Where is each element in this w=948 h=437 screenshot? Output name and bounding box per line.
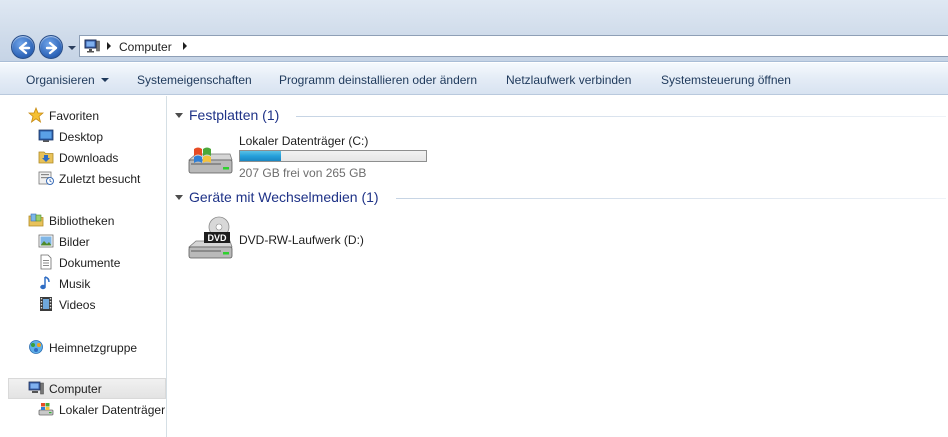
- drive-free-space: 207 GB frei von 265 GB: [239, 166, 367, 180]
- group-header-label: Festplatten (1): [189, 107, 280, 123]
- group-header-label: Geräte mit Wechselmedien (1): [189, 189, 379, 205]
- sidebar-item-computer[interactable]: Computer: [8, 378, 166, 399]
- computer-icon: [28, 381, 44, 395]
- organize-button[interactable]: Organisieren: [26, 73, 109, 87]
- sidebar-item-label: Desktop: [59, 130, 104, 144]
- sidebar-item-label: Heimnetzgruppe: [49, 341, 138, 355]
- sidebar-item-label: Musik: [59, 277, 91, 291]
- desktop-icon: [38, 129, 54, 142]
- star-icon: [28, 107, 44, 123]
- navigation-pane: Favoriten Desktop Downloads Zuletzt besu…: [0, 96, 167, 437]
- drive-item-d[interactable]: DVD DVD-RW-Laufwerk (D:): [186, 215, 466, 271]
- disk-usage-bar: [239, 150, 427, 162]
- drive-item-c[interactable]: Lokaler Datenträger (C:) 207 GB frei von…: [186, 132, 466, 188]
- dvd-label: DVD: [207, 233, 227, 243]
- organize-label: Organisieren: [26, 73, 95, 87]
- documents-icon: [40, 254, 52, 270]
- back-button[interactable]: [11, 35, 35, 59]
- music-icon: [40, 276, 50, 290]
- sidebar-item-label: Downloads: [59, 151, 119, 165]
- group-divider: [296, 116, 946, 117]
- sidebar-item-label: Dokumente: [59, 256, 121, 270]
- sidebar-item-label: Bilder: [59, 235, 90, 249]
- group-divider: [396, 198, 946, 199]
- sidebar-item-label: Lokaler Datenträger: [59, 403, 166, 417]
- breadcrumb-separator-icon[interactable]: [181, 41, 189, 51]
- drive-name: DVD-RW-Laufwerk (D:): [239, 233, 364, 247]
- sidebar-item-label: Zuletzt besucht: [59, 172, 141, 186]
- system-properties-button[interactable]: Systemeigenschaften: [137, 73, 252, 87]
- pictures-icon: [38, 234, 54, 248]
- hard-disk-icon: [187, 147, 233, 174]
- sidebar-item-label: Videos: [59, 298, 96, 312]
- drive-name: Lokaler Datenträger (C:): [239, 134, 369, 148]
- homegroup-icon: [29, 340, 43, 354]
- content-pane: Festplatten (1) Lokaler Datenträger (C:)…: [168, 96, 948, 437]
- breadcrumb-computer[interactable]: Computer: [119, 40, 172, 54]
- sidebar-item-label: Computer: [49, 382, 102, 396]
- collapse-triangle-icon[interactable]: [175, 113, 183, 118]
- downloads-folder-icon: [38, 151, 54, 164]
- computer-icon: [84, 39, 100, 53]
- sidebar-item-label: Favoriten: [49, 109, 100, 123]
- recent-places-icon: [38, 171, 54, 185]
- uninstall-program-button[interactable]: Programm deinstallieren oder ändern: [279, 73, 477, 87]
- recent-pages-button[interactable]: [67, 42, 77, 52]
- disk-usage-fill: [240, 151, 281, 161]
- collapse-triangle-icon[interactable]: [175, 195, 183, 200]
- arrow-left-icon: [18, 41, 31, 55]
- dvd-drive-icon: DVD: [187, 216, 233, 259]
- sidebar-item-label: Bibliotheken: [49, 214, 115, 228]
- local-disk-icon: [38, 403, 54, 416]
- open-control-panel-button[interactable]: Systemsteuerung öffnen: [661, 73, 791, 87]
- map-network-drive-button[interactable]: Netzlaufwerk verbinden: [506, 73, 631, 87]
- forward-button[interactable]: [39, 35, 63, 59]
- chevron-down-icon: [100, 78, 109, 82]
- command-bar: Organisieren Systemeigenschaften Program…: [0, 63, 948, 95]
- breadcrumb-separator-icon[interactable]: [105, 41, 113, 51]
- window-titlebar: Computer: [0, 0, 948, 62]
- address-bar[interactable]: Computer: [79, 35, 948, 57]
- videos-icon: [40, 297, 52, 311]
- chevron-down-icon: [68, 46, 76, 50]
- arrow-right-icon: [45, 41, 58, 55]
- libraries-icon: [28, 213, 44, 227]
